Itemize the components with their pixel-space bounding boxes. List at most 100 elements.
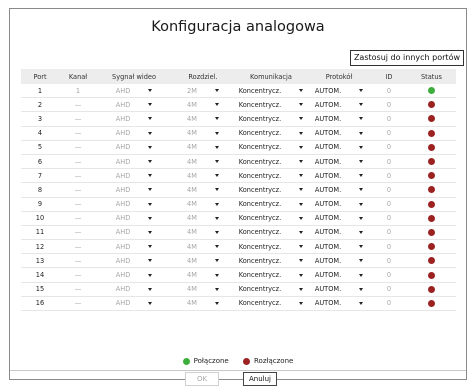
chevron-down-icon: [359, 174, 364, 178]
communication-dropdown[interactable]: Koncentrycz.: [235, 97, 307, 113]
resolution-dropdown[interactable]: 4M: [171, 168, 235, 184]
resolution-dropdown[interactable]: 4M: [171, 211, 235, 226]
protocol-dropdown[interactable]: AUTOM.: [307, 197, 371, 212]
chevron-down-icon: [214, 202, 219, 206]
resolution-dropdown[interactable]: 4M: [171, 197, 235, 212]
chevron-down-icon: [299, 273, 304, 277]
communication-dropdown[interactable]: Koncentrycz.: [235, 239, 307, 255]
video-signal-dropdown[interactable]: AHD: [97, 140, 171, 155]
resolution-dropdown[interactable]: 4M: [171, 282, 235, 297]
communication-dropdown[interactable]: Koncentrycz.: [235, 168, 307, 184]
channel-cell-value: —: [74, 157, 82, 166]
status-cell: [407, 84, 456, 99]
port-cell: 12: [21, 239, 59, 255]
protocol-dropdown[interactable]: AUTOM.: [307, 282, 371, 297]
video-signal-dropdown[interactable]: AHD: [97, 211, 171, 226]
protocol-dropdown[interactable]: AUTOM.: [307, 84, 371, 99]
protocol-dropdown[interactable]: AUTOM.: [307, 111, 371, 127]
protocol-dropdown[interactable]: AUTOM.: [307, 211, 371, 226]
communication-dropdown[interactable]: Koncentrycz.: [235, 253, 307, 269]
resolution-dropdown[interactable]: 4M: [171, 267, 235, 283]
communication-dropdown[interactable]: Koncentrycz.: [235, 140, 307, 155]
video-signal-dropdown[interactable]: AHD: [97, 111, 171, 127]
chevron-down-icon: [299, 131, 304, 135]
table-row: 7 — AHD 4M Koncentrycz. AUTOM. 0: [21, 168, 456, 184]
port-cell: 5: [21, 140, 59, 155]
video-signal-dropdown[interactable]: AHD: [97, 84, 171, 99]
protocol-dropdown[interactable]: AUTOM.: [307, 267, 371, 283]
port-cell: 14: [21, 267, 59, 283]
protocol-dropdown-value: AUTOM.: [314, 185, 342, 194]
communication-dropdown-value: Koncentrycz.: [238, 114, 282, 123]
video-signal-dropdown[interactable]: AHD: [97, 239, 171, 255]
communication-dropdown[interactable]: Koncentrycz.: [235, 267, 307, 283]
communication-dropdown[interactable]: Koncentrycz.: [235, 211, 307, 226]
chevron-down-icon: [214, 287, 219, 291]
legend-disconnected: Rozłączone: [242, 357, 293, 365]
resolution-dropdown[interactable]: 4M: [171, 182, 235, 198]
port-cell: 13: [21, 253, 59, 269]
table-row: 8 — AHD 4M Koncentrycz. AUTOM. 0: [21, 182, 456, 198]
communication-dropdown[interactable]: Koncentrycz.: [235, 84, 307, 99]
communication-dropdown[interactable]: Koncentrycz.: [235, 296, 307, 312]
protocol-dropdown[interactable]: AUTOM.: [307, 140, 371, 155]
communication-dropdown-value: Koncentrycz.: [238, 228, 282, 237]
communication-dropdown[interactable]: Koncentrycz.: [235, 197, 307, 212]
video-signal-dropdown[interactable]: AHD: [97, 182, 171, 198]
disconnected-status-icon: [428, 228, 435, 236]
resolution-dropdown[interactable]: 4M: [171, 111, 235, 127]
resolution-dropdown[interactable]: 4M: [171, 225, 235, 241]
protocol-dropdown[interactable]: AUTOM.: [307, 253, 371, 269]
protocol-dropdown[interactable]: AUTOM.: [307, 182, 371, 198]
channel-cell-value: —: [74, 256, 82, 265]
chevron-down-icon: [214, 89, 219, 93]
video-signal-dropdown[interactable]: AHD: [97, 225, 171, 241]
id-cell-value: 0: [386, 256, 392, 265]
id-cell-value: 0: [386, 185, 392, 194]
video-signal-dropdown[interactable]: AHD: [97, 253, 171, 269]
port-cell: 6: [21, 154, 59, 170]
channel-cell-value: —: [74, 214, 82, 223]
video-signal-dropdown[interactable]: AHD: [97, 296, 171, 312]
chevron-down-icon: [148, 117, 153, 121]
communication-dropdown[interactable]: Koncentrycz.: [235, 126, 307, 141]
resolution-dropdown[interactable]: 4M: [171, 239, 235, 255]
video-signal-dropdown[interactable]: AHD: [97, 154, 171, 170]
video-signal-dropdown[interactable]: AHD: [97, 282, 171, 297]
resolution-dropdown[interactable]: 4M: [171, 97, 235, 113]
resolution-dropdown[interactable]: 4M: [171, 253, 235, 269]
protocol-dropdown[interactable]: AUTOM.: [307, 296, 371, 312]
communication-dropdown[interactable]: Koncentrycz.: [235, 225, 307, 241]
protocol-dropdown-value: AUTOM.: [314, 228, 342, 237]
resolution-dropdown[interactable]: 2M: [171, 84, 235, 99]
video-signal-dropdown[interactable]: AHD: [97, 126, 171, 141]
video-signal-dropdown[interactable]: AHD: [97, 197, 171, 212]
communication-dropdown[interactable]: Koncentrycz.: [235, 111, 307, 127]
resolution-dropdown[interactable]: 4M: [171, 126, 235, 141]
resolution-dropdown[interactable]: 4M: [171, 140, 235, 155]
protocol-dropdown[interactable]: AUTOM.: [307, 126, 371, 141]
apply-to-other-ports-button[interactable]: Zastosuj do innych portów: [349, 50, 464, 66]
communication-dropdown[interactable]: Koncentrycz.: [235, 282, 307, 297]
protocol-dropdown[interactable]: AUTOM.: [307, 97, 371, 113]
col-header-channel: Kanał: [59, 69, 97, 84]
port-cell-value: 11: [35, 228, 45, 237]
video-signal-dropdown[interactable]: AHD: [97, 168, 171, 184]
resolution-dropdown[interactable]: 4M: [171, 296, 235, 312]
protocol-dropdown[interactable]: AUTOM.: [307, 239, 371, 255]
protocol-dropdown[interactable]: AUTOM.: [307, 168, 371, 184]
resolution-dropdown-value: 4M: [187, 228, 197, 237]
protocol-dropdown[interactable]: AUTOM.: [307, 225, 371, 241]
port-cell-value: 9: [37, 200, 43, 209]
communication-dropdown[interactable]: Koncentrycz.: [235, 182, 307, 198]
chevron-down-icon: [299, 216, 304, 220]
video-signal-dropdown[interactable]: AHD: [97, 267, 171, 283]
protocol-dropdown-value: AUTOM.: [314, 143, 342, 152]
port-cell: 2: [21, 97, 59, 113]
resolution-dropdown[interactable]: 4M: [171, 154, 235, 170]
protocol-dropdown[interactable]: AUTOM.: [307, 154, 371, 170]
port-cell-value: 16: [35, 299, 45, 308]
video-signal-dropdown[interactable]: AHD: [97, 97, 171, 113]
communication-dropdown[interactable]: Koncentrycz.: [235, 154, 307, 170]
chevron-down-icon: [148, 145, 153, 149]
